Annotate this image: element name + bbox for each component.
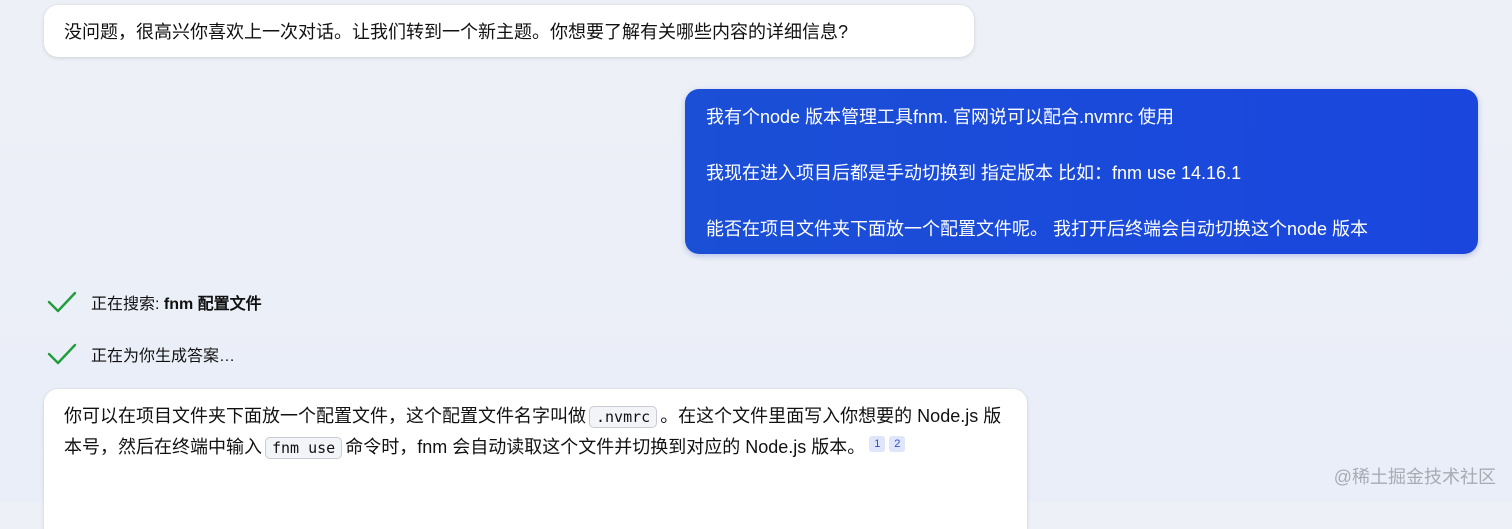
status-label: 正在为你生成答案… <box>91 348 236 365</box>
status-searching: 正在搜索: fnm 配置文件 <box>47 290 262 314</box>
status-label: 正在搜索: fnm 配置文件 <box>91 290 262 314</box>
user-message-bubble: 我有个node 版本管理工具fnm. 官网说可以配合.nvmrc 使用 我现在进… <box>685 89 1478 254</box>
bot-answer-bubble: 你可以在项目文件夹下面放一个配置文件，这个配置文件名字叫做 .nvmrc 。在这个文… <box>44 389 1027 529</box>
status-generating: 正在为你生成答案… <box>47 342 235 366</box>
search-query[interactable]: fnm 配置文件 <box>164 296 262 313</box>
watermark: @稀土掘金技术社区 <box>1333 467 1496 487</box>
bot-message-bubble: 没问题，很高兴你喜欢上一次对话。让我们转到一个新主题。你想要了解有关哪些内容的详… <box>44 5 974 57</box>
status-prefix: 正在搜索: <box>91 296 164 313</box>
answer-text: 命令时，fnm 会自动读取这个文件并切换到对应的 Node.js 版本。 <box>345 437 866 457</box>
chat-page: { "conversation": { "bot_message_1": "没问… <box>0 0 1512 529</box>
citation-link[interactable]: 2 <box>889 436 906 452</box>
check-icon <box>47 290 77 314</box>
user-message-line: 我有个node 版本管理工具fnm. 官网说可以配合.nvmrc 使用 <box>706 107 1175 127</box>
bot-message-text: 没问题，很高兴你喜欢上一次对话。让我们转到一个新主题。你想要了解有关哪些内容的详… <box>64 22 849 42</box>
inline-code: fnm use <box>265 437 343 459</box>
answer-text: 你可以在项目文件夹下面放一个配置文件，这个配置文件名字叫做 <box>64 406 586 426</box>
citation-link[interactable]: 1 <box>869 436 886 452</box>
check-icon <box>47 342 77 366</box>
user-message-line: 能否在项目文件夹下面放一个配置文件呢。 我打开后终端会自动切换这个node 版本 <box>706 219 1369 239</box>
user-message-line: 我现在进入项目后都是手动切换到 指定版本 比如：fnm use 14.16.1 <box>706 163 1242 183</box>
inline-code: .nvmrc <box>589 406 658 428</box>
